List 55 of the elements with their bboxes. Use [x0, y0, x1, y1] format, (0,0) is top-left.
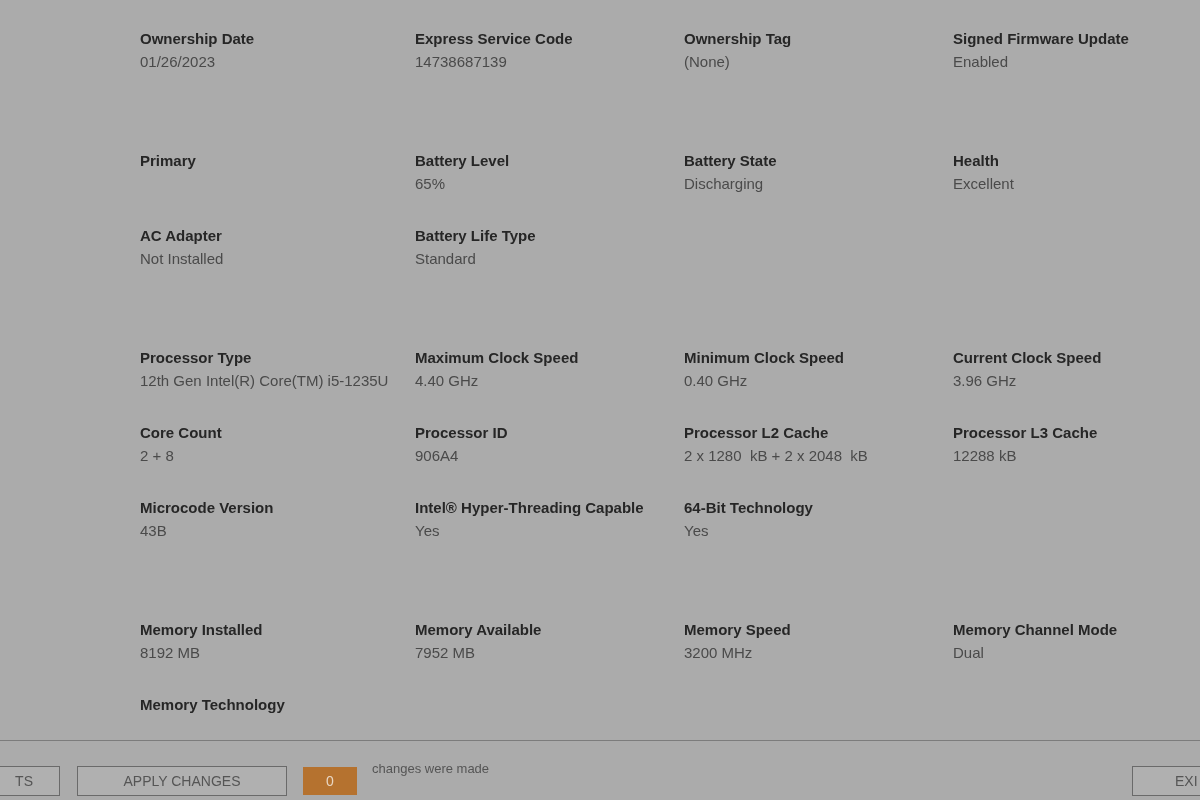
- field-label: Processor L2 Cache: [684, 423, 829, 443]
- field-label: Ownership Tag: [684, 29, 792, 49]
- field-label: Memory Channel Mode: [953, 620, 1118, 640]
- field-label: Memory Available: [415, 620, 542, 640]
- field-value: 12288 kB: [953, 446, 1017, 466]
- change-count: 0: [303, 766, 357, 795]
- field-value: Not Installed: [140, 249, 224, 269]
- field-label: Memory Installed: [140, 620, 263, 640]
- field-value: 01/26/2023: [140, 52, 216, 72]
- field-label: Ownership Date: [140, 29, 255, 49]
- field-label: Health: [953, 151, 999, 171]
- field-value: 12th Gen Intel(R) Core(TM) i5-1235U: [140, 371, 389, 391]
- field-label: Microcode Version: [140, 498, 274, 518]
- field-value: (None): [684, 52, 730, 72]
- changes-text: changes were made: [372, 761, 490, 776]
- field-label: Minimum Clock Speed: [684, 348, 845, 368]
- field-value: 2 x 1280 kB + 2 x 2048 kB: [684, 446, 868, 466]
- field-label: Battery Life Type: [415, 226, 536, 246]
- field-label: Intel® Hyper-Threading Capable: [415, 498, 644, 518]
- field-value: 7952 MB: [415, 643, 476, 663]
- field-label: Express Service Code: [415, 29, 573, 49]
- field-label: Processor ID: [415, 423, 508, 443]
- field-value: Standard: [415, 249, 476, 269]
- apply-changes-button[interactable]: APPLY CHANGES: [77, 765, 287, 796]
- field-value: Enabled: [953, 52, 1009, 72]
- field-label: Memory Technology: [140, 695, 285, 715]
- field-value: Discharging: [684, 174, 764, 194]
- field-label: AC Adapter: [140, 226, 222, 246]
- defaults-button[interactable]: TS: [0, 765, 60, 796]
- field-label: Battery Level: [415, 151, 510, 171]
- field-value: Yes: [415, 521, 440, 541]
- field-value: 4.40 GHz: [415, 371, 479, 391]
- field-value: 0.40 GHz: [684, 371, 748, 391]
- field-value: 3.96 GHz: [953, 371, 1017, 391]
- field-value: 65%: [415, 174, 446, 194]
- field-label: Primary: [140, 151, 196, 171]
- field-value: Excellent: [953, 174, 1014, 194]
- field-value: Yes: [684, 521, 709, 541]
- field-value: Dual: [953, 643, 984, 663]
- field-label: Memory Speed: [684, 620, 791, 640]
- field-value: 906A4: [415, 446, 459, 466]
- field-value: 2 + 8: [140, 446, 174, 466]
- field-value: 43B: [140, 521, 167, 541]
- field-value: 14738687139: [415, 52, 507, 72]
- field-label: Maximum Clock Speed: [415, 348, 579, 368]
- field-label: Current Clock Speed: [953, 348, 1102, 368]
- field-label: Processor Type: [140, 348, 252, 368]
- exit-button[interactable]: EXI: [1132, 765, 1200, 796]
- field-value: 8192 MB: [140, 643, 201, 663]
- field-label: Core Count: [140, 423, 222, 443]
- field-value: 3200 MHz: [684, 643, 753, 663]
- field-label: Signed Firmware Update: [953, 29, 1129, 49]
- field-label: Processor L3 Cache: [953, 423, 1098, 443]
- field-label: Battery State: [684, 151, 777, 171]
- field-label: 64-Bit Technology: [684, 498, 813, 518]
